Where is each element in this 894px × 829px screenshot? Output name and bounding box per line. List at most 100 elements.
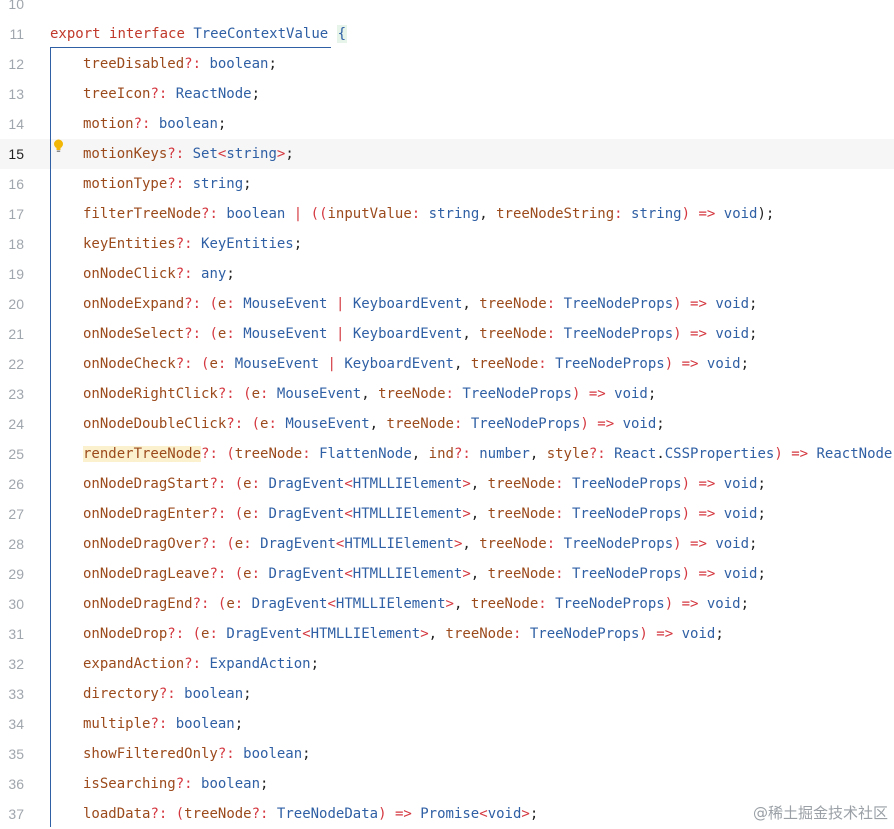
code-token: , [470, 476, 480, 492]
code-token: KeyboardEvent [352, 326, 463, 342]
code-token: , [479, 206, 488, 222]
code-token: TreeNodeProps [571, 506, 682, 522]
line-number: 37 [8, 806, 24, 822]
code-token: HTMLLIElement [352, 506, 463, 522]
line-number: 34 [8, 716, 24, 732]
code-token: export [50, 26, 101, 42]
code-token: => [656, 626, 674, 642]
code-token: ) [673, 296, 682, 312]
line-number: 11 [9, 26, 24, 42]
code-token: < [344, 476, 353, 492]
line-number: 18 [8, 236, 24, 252]
code-token: => [690, 326, 707, 342]
code-token: ; [749, 296, 758, 312]
code-token: > [462, 566, 471, 582]
code-token: , [470, 566, 480, 582]
code-token: inputValue [327, 206, 412, 222]
code-token: : [538, 356, 547, 372]
code-token: treeNodeString [496, 206, 615, 222]
code-token: => [588, 386, 606, 402]
code-token: => [681, 356, 699, 372]
line-number: 21 [8, 326, 24, 342]
code-token: void [706, 356, 741, 372]
code-token: treeNode [479, 536, 547, 552]
code-token: , [411, 446, 421, 462]
lightbulb-icon[interactable] [53, 139, 64, 153]
code-token: TreeNodeProps [555, 596, 665, 612]
code-token: . [656, 446, 665, 462]
code-token: treeNode [487, 476, 556, 492]
code-token: => [698, 476, 716, 492]
code-token: ; [656, 416, 665, 432]
code-token: , [462, 326, 471, 342]
code-token: treeNode [470, 356, 539, 372]
code-token: treeNode [487, 506, 556, 522]
code-token: treeNode [445, 626, 513, 642]
code-token: void [715, 296, 750, 312]
code-line[interactable]: 11 export interface TreeContextValue { [0, 19, 894, 49]
code-token: ) [664, 596, 674, 612]
line-number: 24 [8, 416, 24, 432]
code-token: ; [740, 596, 750, 612]
code-token: CSSProperties [664, 446, 775, 462]
code-token: ) [681, 476, 690, 492]
code-token: => [698, 206, 716, 222]
code-token: void [614, 386, 648, 402]
code-token: > [521, 806, 530, 822]
code-token: => [394, 806, 412, 822]
line-number: 16 [8, 176, 24, 192]
code-token: => [597, 416, 615, 432]
code-token: < [344, 506, 353, 522]
code-token: void [723, 566, 758, 582]
code-token: : [538, 596, 547, 612]
code-editor[interactable]: 10 11 export interface TreeContextValue {1… [0, 0, 894, 827]
code-token: TreeNodeProps [555, 356, 665, 372]
code-token: > [420, 626, 429, 642]
code-text[interactable]: export interface TreeContextValue { [50, 19, 348, 49]
code-token: ) [378, 806, 387, 822]
line-number: 15 [8, 146, 24, 162]
code-token: , [369, 416, 379, 432]
code-token: Promise [420, 806, 480, 822]
code-token: : [546, 296, 556, 312]
code-token: ); [757, 206, 775, 222]
code-token: > [462, 506, 471, 522]
code-token: treeNode [470, 596, 539, 612]
line-number: 10 [8, 0, 24, 12]
code-token: void [681, 626, 716, 642]
code-token: < [479, 806, 488, 822]
code-token: React [614, 446, 657, 462]
code-token: TreeNodeProps [563, 296, 674, 312]
code-token: ) [673, 536, 682, 552]
line-number: 19 [8, 266, 24, 282]
code-token: KeyboardEvent [344, 356, 454, 372]
line-number: 31 [8, 626, 24, 642]
code-token: > [445, 596, 454, 612]
code-token: TreeNodeProps [529, 626, 640, 642]
code-token: , [470, 506, 480, 522]
code-token: FlattenNode [319, 446, 412, 462]
code-line[interactable]: 10 [0, 0, 894, 19]
